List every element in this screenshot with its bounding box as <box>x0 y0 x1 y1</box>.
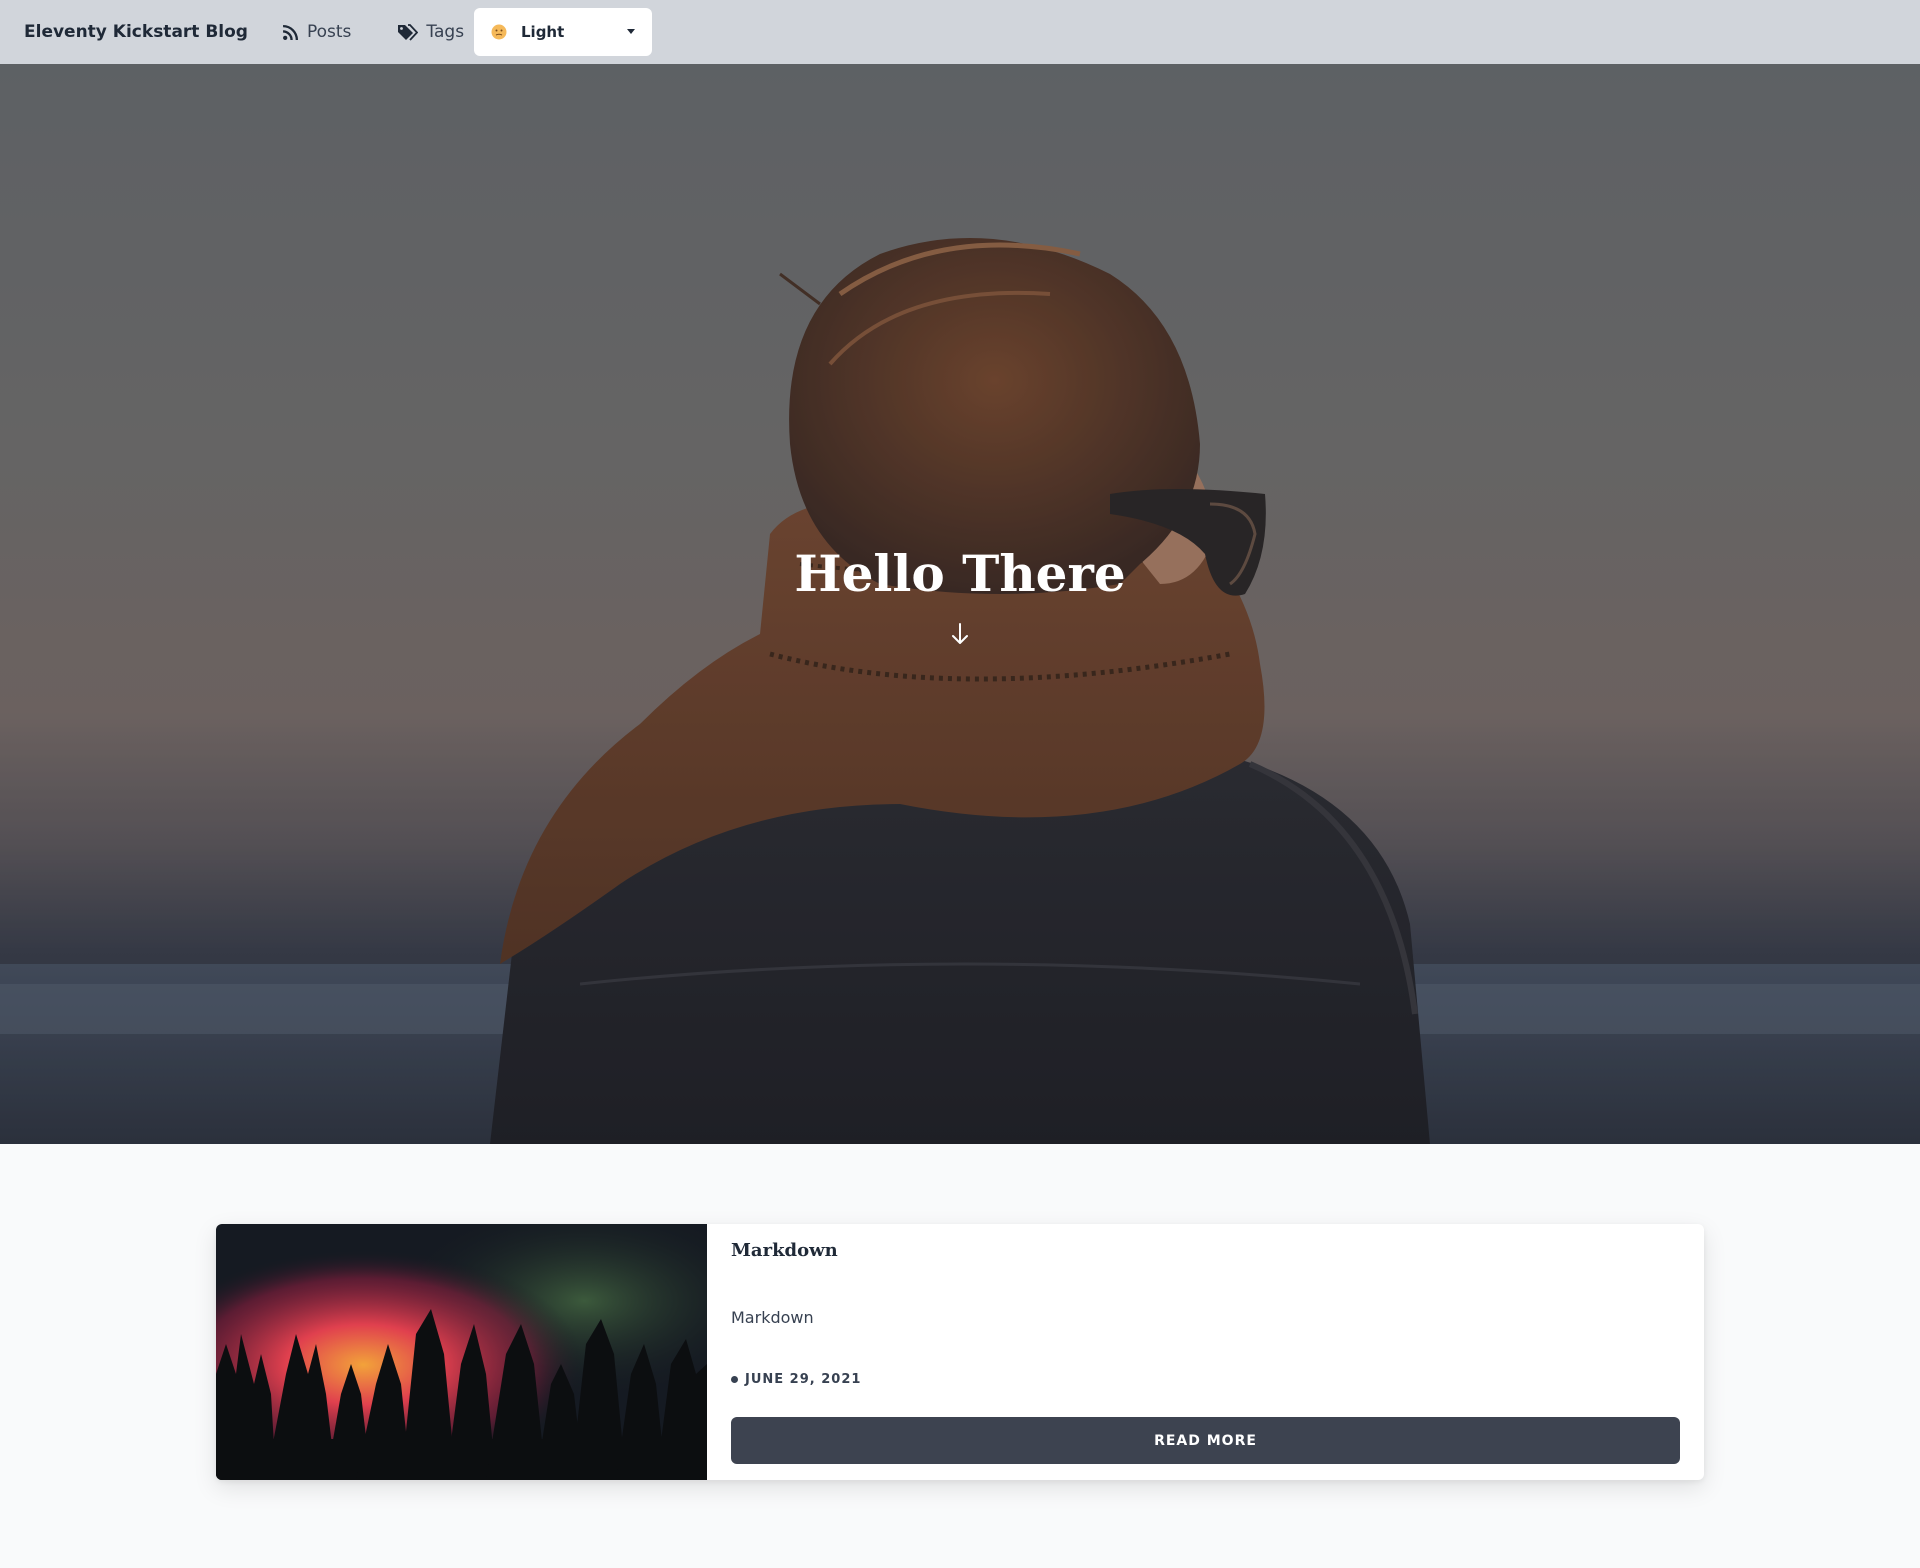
arrow-down-icon[interactable] <box>950 622 970 646</box>
hero-background-image <box>0 64 1920 1144</box>
post-title[interactable]: Markdown <box>731 1240 838 1261</box>
face-icon <box>491 24 507 40</box>
theme-select-value: Light <box>521 23 565 41</box>
post-thumbnail-image[interactable] <box>216 1224 707 1480</box>
bullet-dot-icon <box>731 1376 738 1383</box>
chevron-down-icon <box>627 29 635 34</box>
hero-title: Hello There <box>794 544 1126 603</box>
read-more-button[interactable]: READ MORE <box>731 1417 1680 1464</box>
post-card-body: Markdown Markdown JUNE 29, 2021 READ MOR… <box>707 1224 1704 1480</box>
rss-icon <box>282 24 299 40</box>
top-navbar: Eleventy Kickstart Blog Posts Tags Light <box>0 0 1920 64</box>
tags-icon <box>398 23 419 41</box>
post-card: Markdown Markdown JUNE 29, 2021 READ MOR… <box>216 1224 1704 1480</box>
nav-link-posts-label: Posts <box>306 22 352 42</box>
site-brand[interactable]: Eleventy Kickstart Blog <box>24 22 248 42</box>
post-date-text: JUNE 29, 2021 <box>745 1372 862 1387</box>
nav-link-posts[interactable]: Posts <box>282 22 351 42</box>
nav-link-tags-label: Tags <box>426 22 465 42</box>
nav-link-tags[interactable]: Tags <box>397 22 464 42</box>
hero-banner: Hello There <box>0 64 1920 1144</box>
theme-select[interactable]: Light <box>474 8 652 56</box>
post-excerpt: Markdown <box>731 1308 814 1327</box>
post-date: JUNE 29, 2021 <box>731 1372 861 1387</box>
